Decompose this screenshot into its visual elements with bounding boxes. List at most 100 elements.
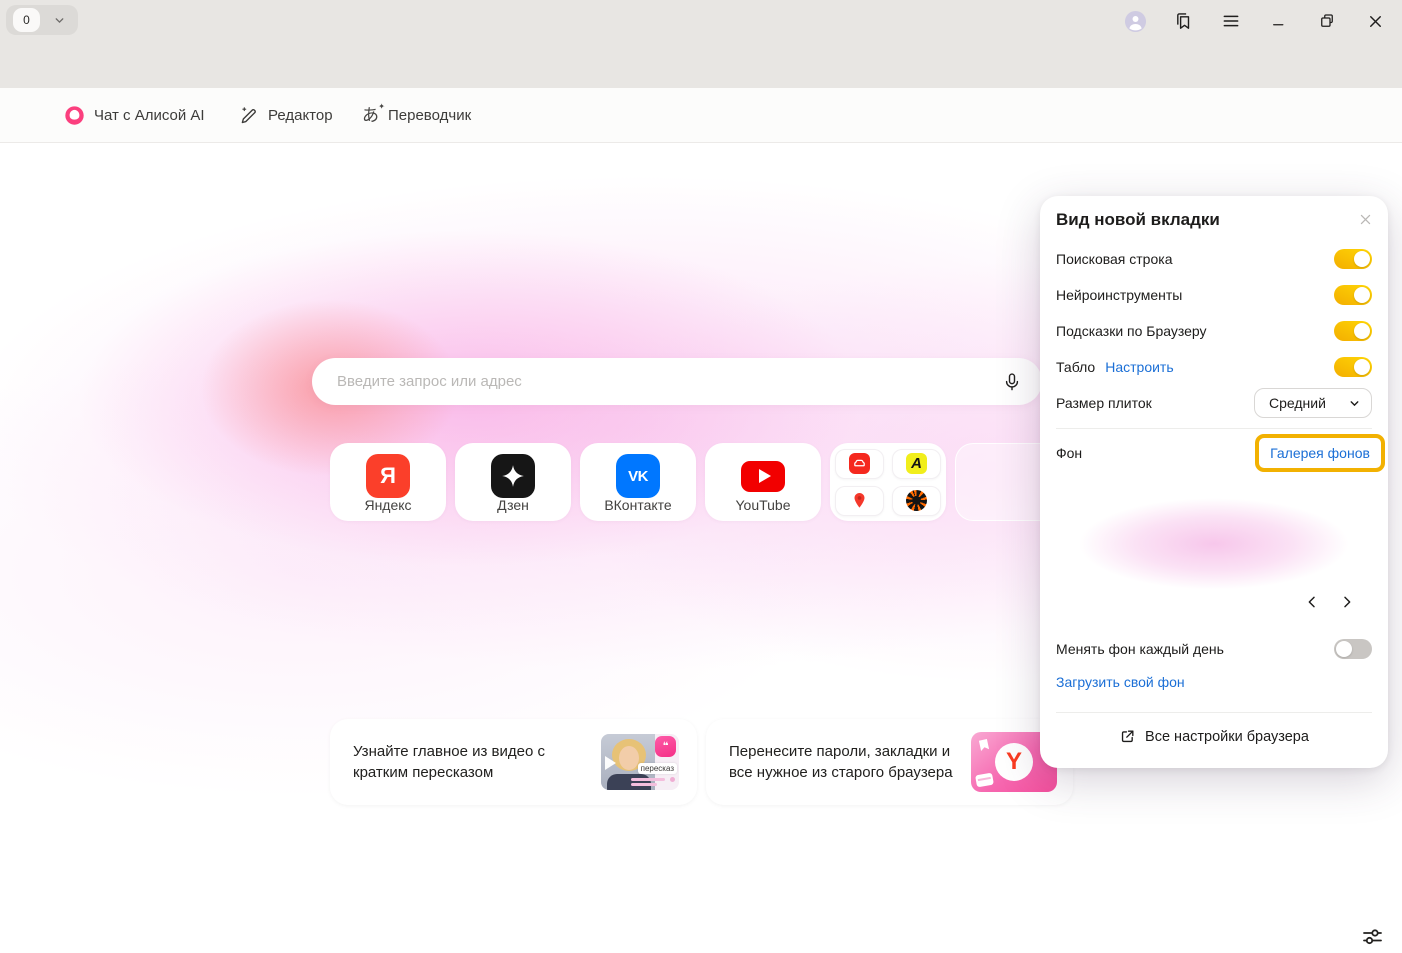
active-tab[interactable]: 0 xyxy=(13,8,40,32)
bookmark-editor[interactable]: Редактор xyxy=(238,88,333,143)
video-summary-image: ❝ пересказ xyxy=(601,734,679,790)
avito-app-icon: A xyxy=(906,453,927,474)
new-tab-appearance-panel: Вид новой вкладки Поисковая строка Нейро… xyxy=(1040,196,1388,768)
background-next-button[interactable] xyxy=(1334,589,1360,615)
close-icon xyxy=(1358,212,1373,227)
tab-strip: 0 xyxy=(0,0,1402,42)
group-app-avito[interactable]: A xyxy=(892,449,941,479)
chevron-right-icon xyxy=(1339,594,1355,610)
restore-window-icon xyxy=(1318,12,1336,30)
external-link-icon xyxy=(1119,728,1136,745)
rewrap-label: пересказ xyxy=(638,763,677,774)
tile-size-select[interactable]: Средний xyxy=(1254,388,1372,418)
upload-background-link[interactable]: Загрузить свой фон xyxy=(1056,674,1185,690)
bookmark-translator[interactable]: あ✦ Переводчик xyxy=(362,88,471,143)
all-settings-label: Все настройки браузера xyxy=(1145,729,1309,745)
background-preview xyxy=(1056,494,1372,590)
tile-dzen[interactable]: Дзен xyxy=(455,443,571,521)
setting-label: Поисковая строка xyxy=(1056,251,1172,267)
bookmarks-icon xyxy=(1173,11,1194,32)
tab-group: 0 xyxy=(6,5,78,35)
alice-icon xyxy=(64,105,85,126)
promo-card-video-summary[interactable]: Узнайте главное из видео с кратким перес… xyxy=(330,719,697,805)
setting-label: Менять фон каждый день xyxy=(1056,641,1224,657)
upload-background-row: Загрузить свой фон xyxy=(1056,671,1372,693)
map-pin-icon xyxy=(850,491,869,510)
tile-label: Дзен xyxy=(497,497,529,513)
toggle-change-daily[interactable] xyxy=(1334,639,1372,659)
chevron-left-icon xyxy=(1304,594,1320,610)
hamburger-icon xyxy=(1221,11,1241,31)
group-app-auto[interactable] xyxy=(835,449,884,479)
tableau-configure-link[interactable]: Настроить xyxy=(1105,359,1173,375)
tile-yandex[interactable]: Я Яндекс xyxy=(330,443,446,521)
toggle-neuro-tools[interactable] xyxy=(1334,285,1372,305)
tab-list-button[interactable] xyxy=(46,8,72,32)
pencil-sparkle-icon xyxy=(238,105,259,126)
translate-icon: あ✦ xyxy=(362,107,379,124)
promo-text: Перенесите пароли, закладки и все нужное… xyxy=(729,741,971,783)
avatar-icon xyxy=(1124,10,1147,33)
setting-label: Размер плиток xyxy=(1056,395,1152,411)
toggle-browser-tips[interactable] xyxy=(1334,321,1372,341)
tile-group[interactable]: A xyxy=(830,443,946,521)
panel-title: Вид новой вкладки xyxy=(1056,210,1220,230)
bookmarks-bar: Чат с Алисой AI Редактор あ✦ Переводчик xyxy=(0,88,1402,143)
group-app-maps[interactable] xyxy=(835,486,884,516)
tile-size-value: Средний xyxy=(1269,395,1326,411)
collections-button[interactable] xyxy=(1170,9,1196,33)
bookmark-alice-chat[interactable]: Чат с Алисой AI xyxy=(64,88,205,143)
setting-row-tableau: Табло Настроить xyxy=(1056,356,1372,378)
panel-divider xyxy=(1056,428,1372,429)
toggle-search-bar[interactable] xyxy=(1334,249,1372,269)
setting-label: Фон xyxy=(1056,445,1082,461)
setting-row-tile-size: Размер плиток Средний xyxy=(1056,388,1372,418)
profile-button[interactable] xyxy=(1122,9,1148,33)
panel-close-button[interactable] xyxy=(1354,208,1376,230)
dzen-star-icon xyxy=(491,454,535,498)
setting-label: Табло xyxy=(1056,359,1095,375)
tile-label: ВКонтакте xyxy=(604,497,671,513)
address-toolbar: Я Введите запрос или адрес xyxy=(0,42,1402,88)
minimize-icon xyxy=(1270,12,1288,30)
bookmark-shape-icon xyxy=(975,736,992,755)
microphone-icon[interactable] xyxy=(1002,372,1022,392)
background-prev-button[interactable] xyxy=(1299,589,1325,615)
setting-label: Подсказки по Браузеру xyxy=(1056,323,1207,339)
car-app-icon xyxy=(849,453,870,474)
minimize-button[interactable] xyxy=(1266,9,1292,33)
panel-divider xyxy=(1056,712,1372,713)
toggle-tableau[interactable] xyxy=(1334,357,1372,377)
promo-card-import[interactable]: Перенесите пароли, закладки и все нужное… xyxy=(706,719,1073,805)
vk-logo-icon: VK xyxy=(616,454,660,498)
chevron-down-icon xyxy=(1348,397,1361,410)
tile-youtube[interactable]: YouTube xyxy=(705,443,821,521)
bookmark-label: Переводчик xyxy=(388,107,471,124)
bookmark-label: Редактор xyxy=(268,107,333,124)
page-search-bar[interactable]: Введите запрос или адрес xyxy=(312,358,1042,405)
tile-vkontakte[interactable]: VK ВКонтакте xyxy=(580,443,696,521)
group-app-kinopoisk[interactable] xyxy=(892,486,941,516)
promo-text: Узнайте главное из видео с кратким перес… xyxy=(353,741,595,783)
setting-row-neuro-tools: Нейроинструменты xyxy=(1056,284,1372,306)
setting-row-browser-tips: Подсказки по Браузеру xyxy=(1056,320,1372,342)
background-settings-button[interactable] xyxy=(1352,921,1392,953)
rewrap-badge-icon: ❝ xyxy=(655,736,676,757)
sliders-icon xyxy=(1359,925,1386,949)
chevron-down-icon xyxy=(53,14,66,27)
tile-label: Яндекс xyxy=(364,497,411,513)
setting-row-search-bar: Поисковая строка xyxy=(1056,248,1372,270)
tile-label: YouTube xyxy=(735,497,790,513)
tab-badge: 0 xyxy=(23,13,30,27)
setting-label: Нейроинструменты xyxy=(1056,287,1182,303)
menu-button[interactable] xyxy=(1218,9,1244,33)
youtube-logo-icon xyxy=(741,454,785,498)
setting-row-change-daily: Менять фон каждый день xyxy=(1056,638,1372,660)
card-shape-icon xyxy=(975,773,994,788)
all-settings-link[interactable]: Все настройки браузера xyxy=(1040,728,1388,745)
restore-button[interactable] xyxy=(1314,9,1340,33)
close-icon xyxy=(1366,12,1385,31)
close-window-button[interactable] xyxy=(1362,9,1388,33)
background-gallery-button[interactable]: Галерея фонов xyxy=(1270,445,1370,461)
kinopoisk-icon xyxy=(906,490,927,511)
